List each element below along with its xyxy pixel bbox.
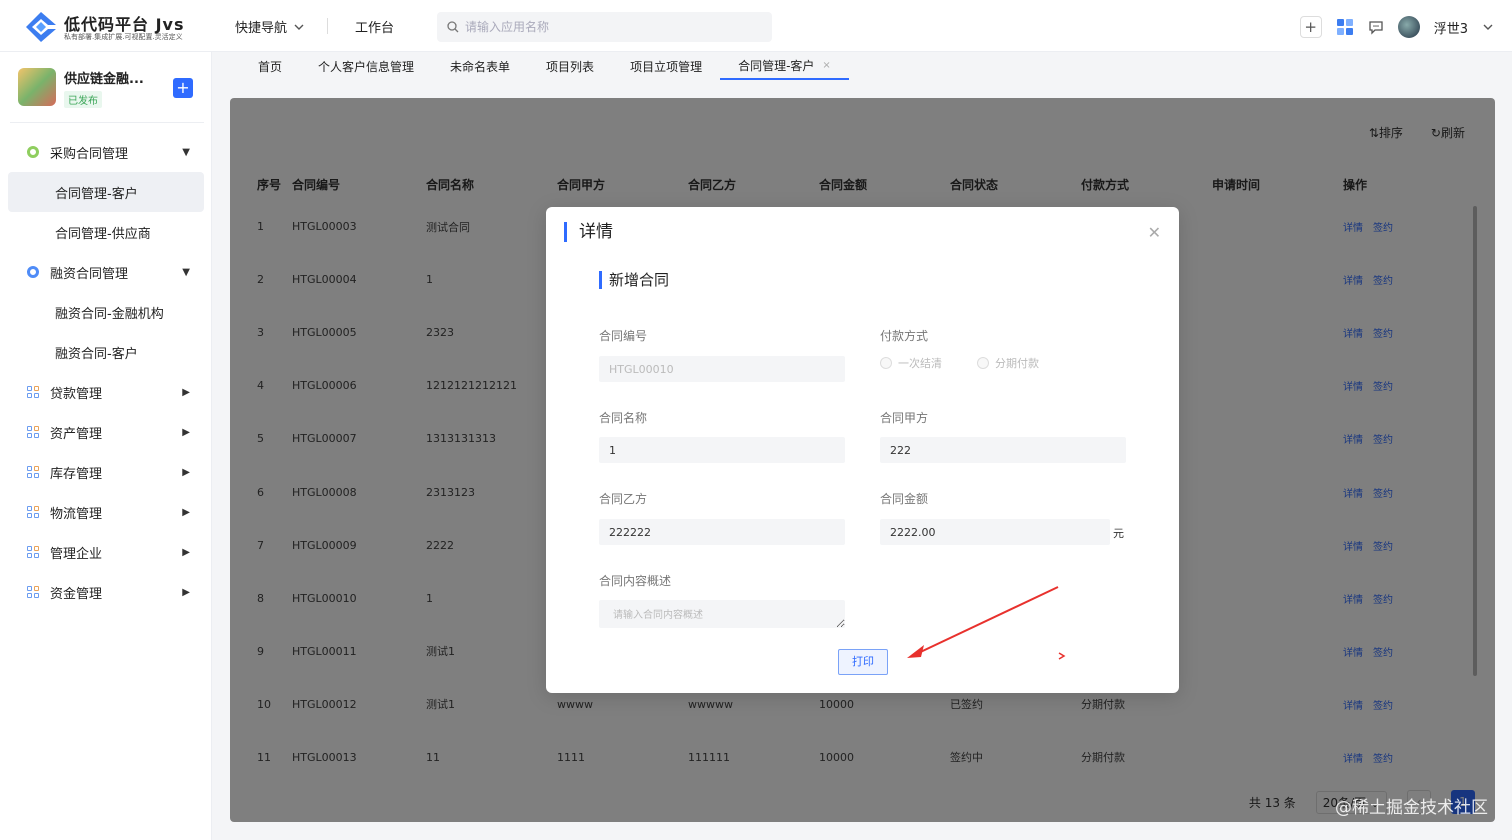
watermark: @稀土掘金技术社区 (1335, 798, 1488, 818)
annotation-arrow (907, 586, 1066, 660)
